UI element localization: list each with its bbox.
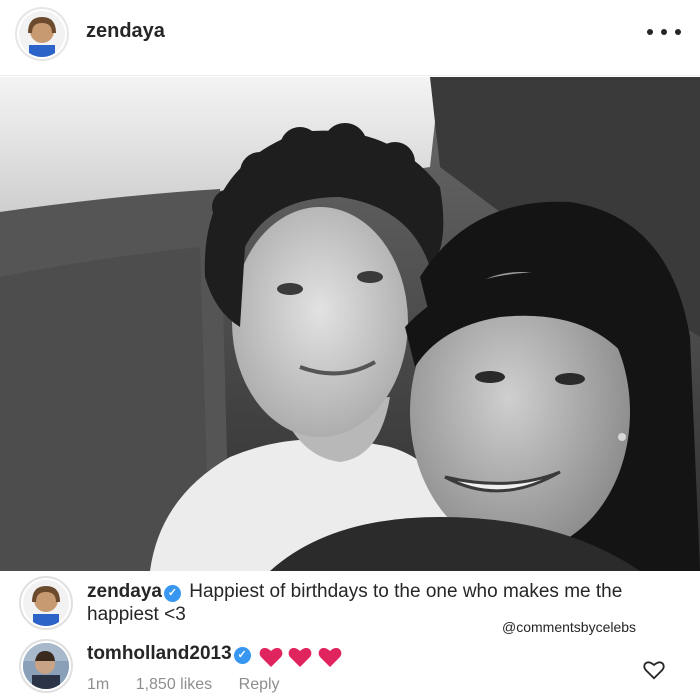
- hearts-emoji-group: [259, 645, 342, 668]
- reply-username[interactable]: tomholland2013: [87, 643, 232, 664]
- caption-username[interactable]: zendaya: [87, 581, 162, 602]
- heart-emoji-icon: [318, 647, 341, 667]
- post-photo[interactable]: [0, 77, 700, 571]
- verified-badge-icon: ✓: [233, 647, 251, 664]
- avatar[interactable]: [23, 580, 69, 626]
- avatar[interactable]: [19, 11, 65, 57]
- watermark: @commentsbycelebs: [502, 619, 637, 635]
- comment-likes[interactable]: 1,850 likes: [136, 676, 213, 693]
- comment-meta: 1m 1,850 likes Reply: [87, 676, 302, 694]
- header-username[interactable]: zendaya: [86, 20, 165, 43]
- verified-badge-icon: ✓: [163, 585, 181, 602]
- more-options-icon[interactable]: [647, 22, 681, 42]
- reply-button[interactable]: Reply: [239, 676, 280, 693]
- reply-text-block: tomholland2013 ✓: [87, 642, 687, 668]
- post-header: zendaya: [0, 0, 700, 76]
- heart-emoji-icon: [259, 647, 283, 667]
- avatar[interactable]: [23, 643, 69, 689]
- caption-comment: zendaya ✓ Happiest of birthdays to the on…: [0, 571, 700, 641]
- reply-comment: tomholland2013 ✓ 1m 1,850 likes Reply: [0, 637, 700, 700]
- comment-time: 1m: [87, 676, 110, 693]
- like-heart-icon[interactable]: [643, 659, 665, 681]
- heart-emoji-icon: [288, 647, 312, 667]
